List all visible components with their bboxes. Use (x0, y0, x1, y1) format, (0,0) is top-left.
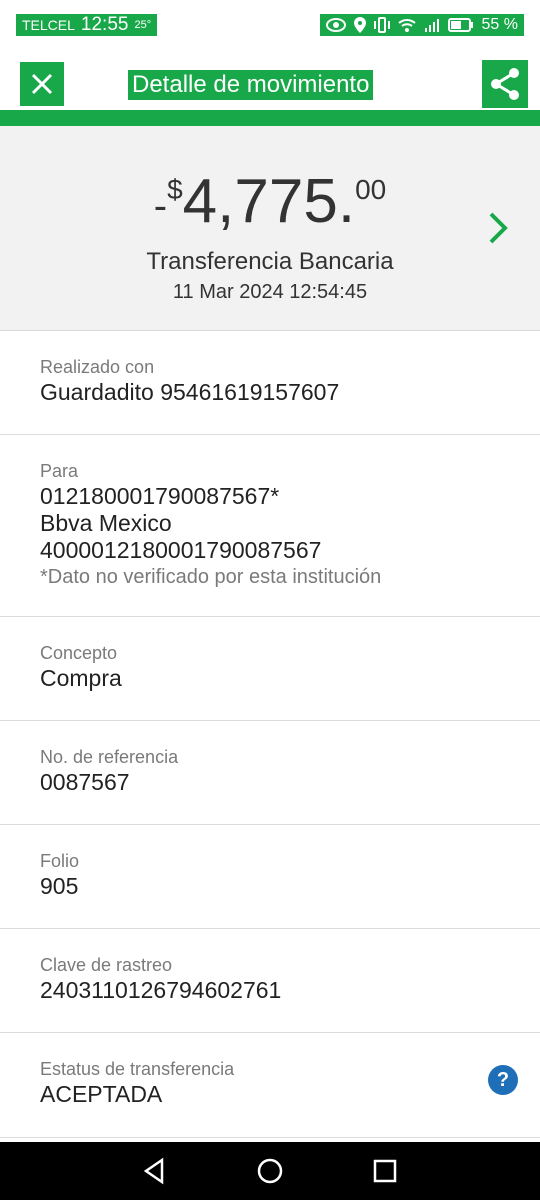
amount-dot: . (337, 167, 356, 236)
battery-icon (447, 18, 474, 32)
clock: 12:55 (80, 14, 129, 35)
share-button[interactable] (482, 60, 528, 108)
detail-value: Guardadito 95461619157607 (40, 379, 340, 405)
status-bar: TELCEL 12:55 25° 55 % (0, 0, 540, 48)
share-icon (491, 68, 519, 100)
para-account: 012180001790087567* (40, 483, 280, 509)
detail-label: Realizado con (40, 357, 155, 377)
detail-value: 2403110126794602761 (40, 977, 282, 1003)
signal-icon (424, 17, 440, 33)
amount-currency: $ (167, 174, 183, 205)
detail-referencia: No. de referencia 0087567 (0, 721, 540, 825)
recents-icon[interactable] (368, 1154, 402, 1188)
battery-percent: 55 % (481, 16, 518, 33)
detail-value: 905 (40, 873, 79, 899)
detail-label: Para (40, 461, 79, 481)
transaction-datetime: 11 Mar 2024 12:54:45 (172, 281, 368, 303)
para-clabe: 4000012180001790087567 (40, 537, 322, 563)
transaction-type: Transferencia Bancaria (146, 248, 394, 275)
transaction-amount: -$4,775.00 (0, 166, 540, 237)
amount-integer: 4,775 (182, 167, 338, 236)
detail-para: Para 012180001790087567* Bbva Mexico 400… (0, 435, 540, 617)
detail-concepto: Concepto Compra (0, 617, 540, 721)
detail-label: Concepto (40, 643, 118, 663)
back-icon[interactable] (138, 1154, 172, 1188)
detail-rastreo: Clave de rastreo 2403110126794602761 (0, 929, 540, 1033)
detail-label: Estatus de transferencia (40, 1059, 235, 1079)
location-icon (353, 17, 366, 33)
amount-cents: 00 (355, 174, 387, 205)
system-nav-bar (0, 1142, 540, 1200)
detail-label: Folio (40, 851, 80, 871)
vibrate-icon (373, 17, 390, 33)
close-button[interactable] (20, 62, 64, 106)
detail-value: 012180001790087567* Bbva Mexico 40000121… (40, 483, 381, 591)
para-note: *Dato no verificado por esta institución (40, 566, 382, 588)
detail-realizado: Realizado con Guardadito 95461619157607 (0, 331, 540, 435)
detail-folio: Folio 905 (0, 825, 540, 929)
status-right: 55 % (319, 14, 524, 36)
transaction-summary[interactable]: -$4,775.00 Transferencia Bancaria 11 Mar… (0, 126, 540, 331)
temperature-label: 25° (134, 19, 152, 31)
close-icon (31, 73, 53, 95)
status-left: TELCEL 12:55 25° (16, 14, 158, 36)
help-icon[interactable]: ? (488, 1065, 518, 1095)
detail-label: No. de referencia (40, 747, 179, 767)
detail-value: Compra (40, 665, 122, 691)
wifi-icon (397, 17, 416, 33)
carrier-label: TELCEL (22, 17, 75, 33)
para-bank: Bbva Mexico (40, 510, 172, 536)
eye-icon (325, 18, 346, 32)
amount-sign: - (153, 184, 168, 228)
detail-estatus: Estatus de transferencia ACEPTADA ? (0, 1033, 540, 1138)
home-icon[interactable] (253, 1154, 287, 1188)
page-title: Detalle de movimiento (128, 70, 374, 100)
detail-value: ACEPTADA (40, 1081, 163, 1107)
detail-value: 0087567 (40, 769, 130, 795)
header-accent-bar (0, 110, 540, 126)
detail-label: Clave de rastreo (40, 955, 173, 975)
chevron-right-icon[interactable] (486, 210, 510, 246)
